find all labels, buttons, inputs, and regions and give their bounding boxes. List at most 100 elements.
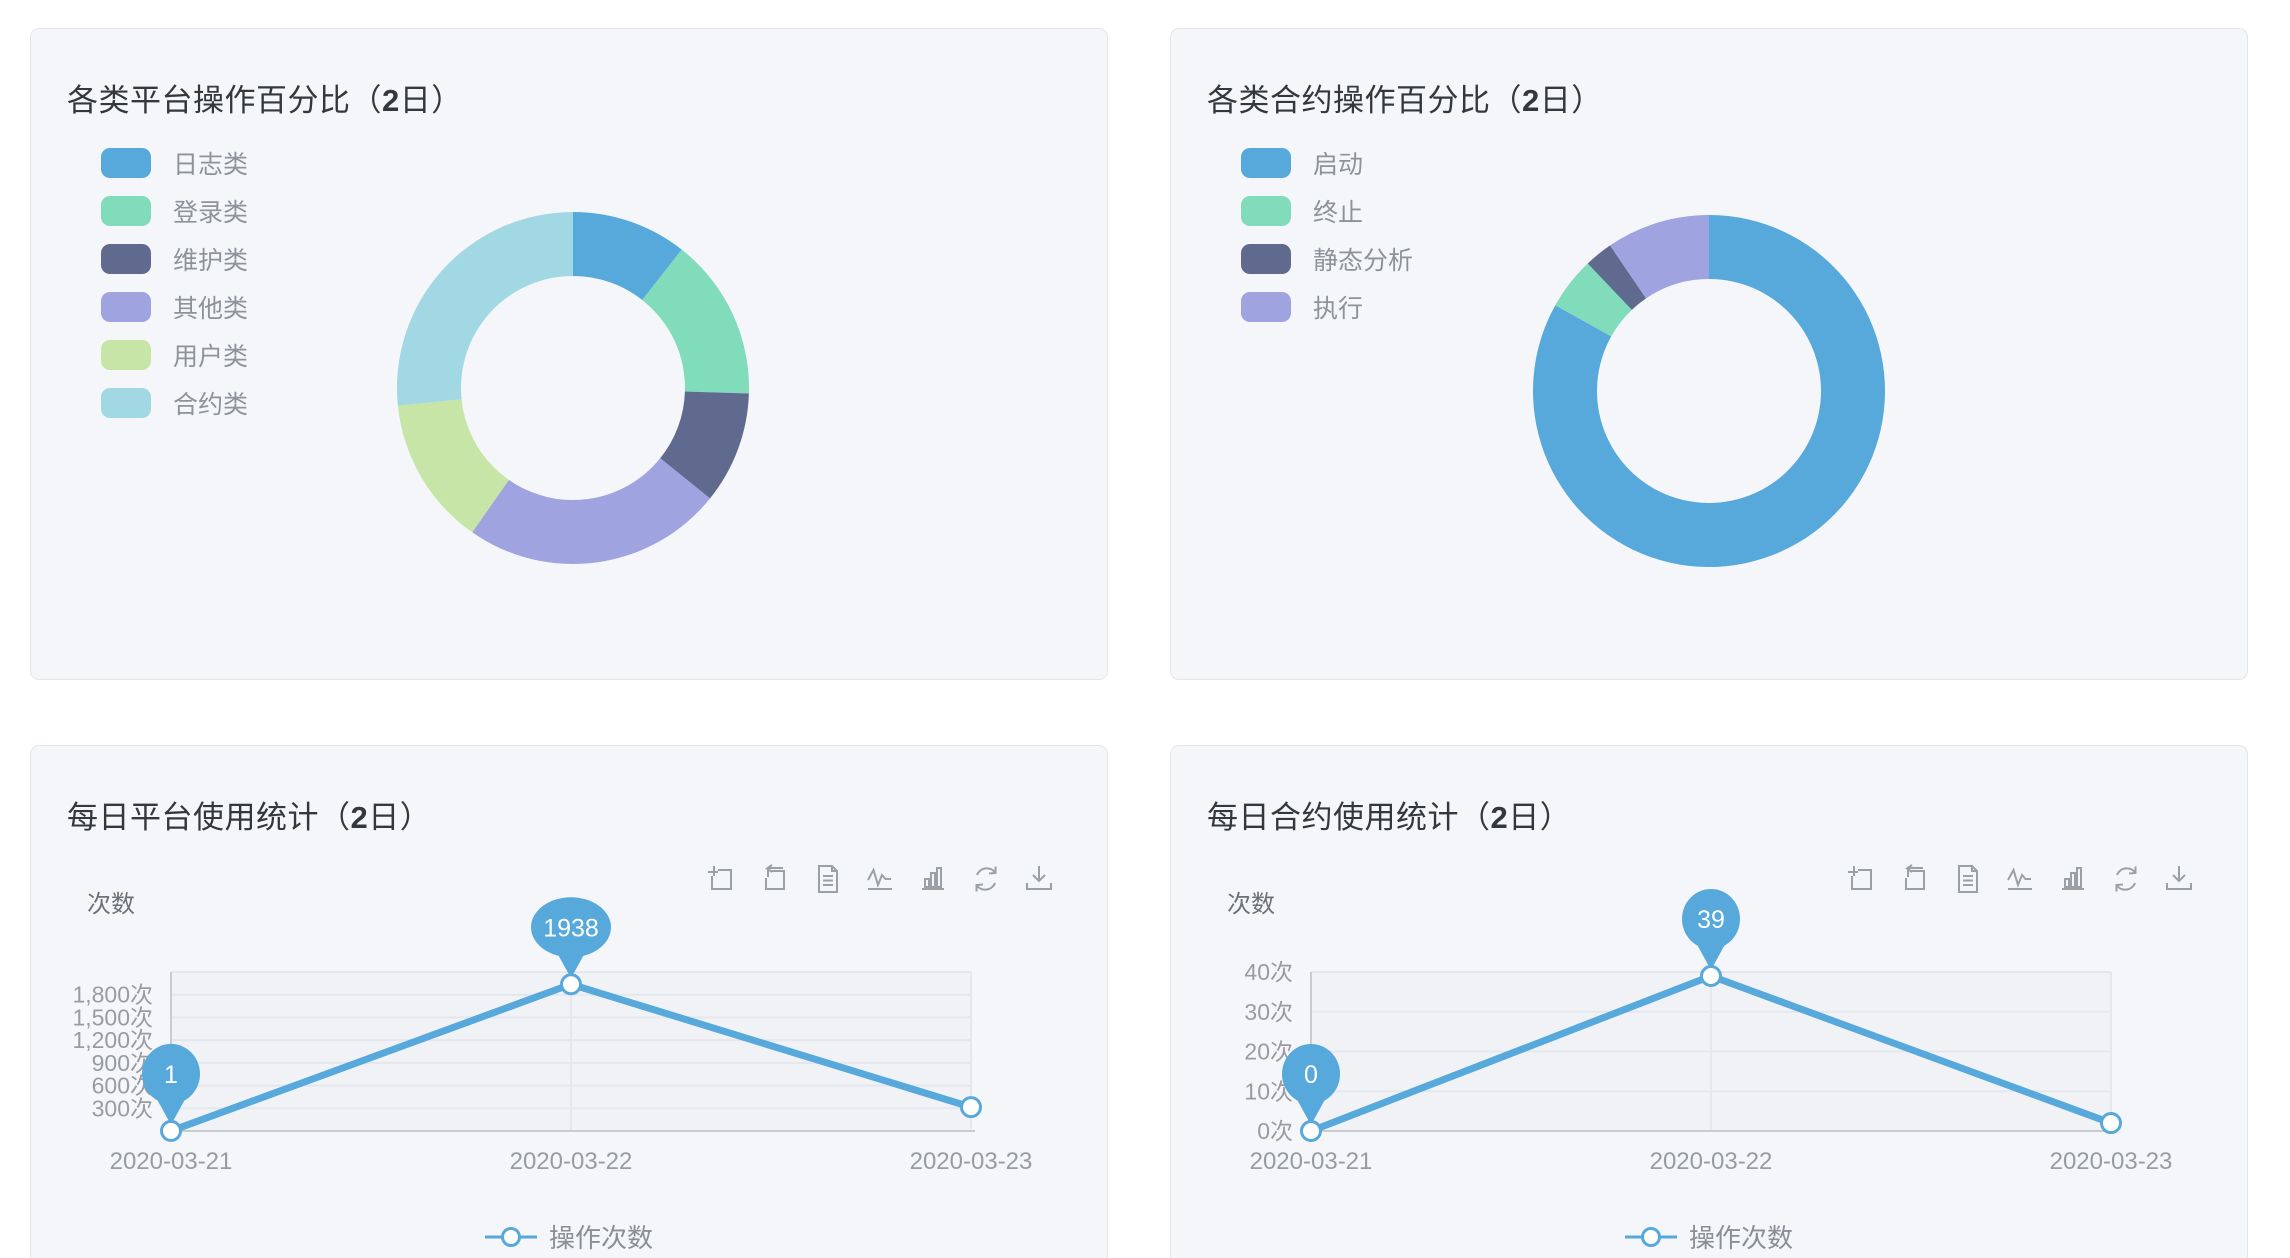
x-tick-label: 2020-03-21 (1250, 1148, 1373, 1175)
series-legend-label: 操作次数 (549, 1218, 653, 1255)
data-point[interactable] (562, 975, 581, 994)
line-series-marker-icon (485, 1226, 537, 1248)
switch-to-line-chart-icon[interactable] (865, 864, 895, 894)
legend-item-other[interactable]: 其他类 (101, 292, 248, 322)
restore-icon[interactable] (971, 864, 1001, 894)
line-series-marker-icon (1625, 1226, 1677, 1248)
switch-to-line-chart-icon[interactable] (2005, 864, 2035, 894)
card-title-number: 2 (351, 800, 369, 835)
legend-label: 合约类 (173, 385, 248, 421)
pie-legend: 日志类 登录类 维护类 其他类 用户类 合约类 (101, 148, 248, 436)
chart-toolbox (1846, 864, 2194, 894)
legend-swatch (101, 244, 151, 274)
legend-label: 其他类 (173, 289, 248, 325)
data-point[interactable] (2102, 1114, 2121, 1133)
legend-label: 日志类 (173, 145, 248, 181)
y-tick-label: 300次 (92, 1095, 153, 1121)
series-legend-label: 操作次数 (1689, 1218, 1793, 1255)
y-tick-label: 1,500次 (72, 1004, 153, 1030)
legend-item-execute[interactable]: 执行 (1241, 292, 1413, 322)
y-tick-label: 30次 (1244, 999, 1293, 1025)
legend-item-start[interactable]: 启动 (1241, 148, 1413, 178)
x-tick-label: 2020-03-23 (2050, 1148, 2173, 1175)
card-title-number: 2 (382, 83, 400, 118)
data-zoom-reset-icon[interactable] (759, 864, 789, 894)
card-title-text: 每日合约使用统计（ (1207, 800, 1491, 835)
switch-to-bar-chart-icon[interactable] (2058, 864, 2088, 894)
x-tick-label: 2020-03-23 (910, 1148, 1033, 1175)
y-tick-label: 1,200次 (72, 1027, 153, 1053)
data-point[interactable] (1702, 966, 1721, 985)
card-title: 每日合约使用统计（2日） (1207, 792, 1571, 837)
donut-segment[interactable] (397, 212, 573, 406)
mark-point-pin: 1938 (531, 897, 611, 978)
restore-icon[interactable] (2111, 864, 2141, 894)
save-as-image-icon[interactable] (1024, 864, 1054, 894)
legend-item-login[interactable]: 登录类 (101, 196, 248, 226)
series-legend[interactable]: 操作次数 (1171, 1218, 2247, 1255)
card-title-text: 各类合约操作百分比（ (1207, 83, 1522, 118)
card-title-number: 2 (1522, 83, 1540, 118)
card-title: 各类平台操作百分比（2日） (67, 75, 463, 120)
series-legend[interactable]: 操作次数 (31, 1218, 1107, 1255)
data-zoom-icon[interactable] (1846, 864, 1876, 894)
legend-item-logs[interactable]: 日志类 (101, 148, 248, 178)
x-tick-label: 2020-03-21 (110, 1148, 233, 1175)
legend-item-user[interactable]: 用户类 (101, 340, 248, 370)
dashboard-page: 各类平台操作百分比（2日） 日志类 登录类 维护类 其他类 用户类 合约类 各类… (0, 0, 2290, 1258)
mark-point-value: 0 (1304, 1061, 1318, 1089)
card-title-text: 每日平台使用统计（ (67, 800, 351, 835)
legend-item-terminate[interactable]: 终止 (1241, 196, 1413, 226)
legend-item-contract[interactable]: 合约类 (101, 388, 248, 418)
data-point[interactable] (1302, 1122, 1321, 1141)
chart-toolbox (706, 864, 1054, 894)
mark-point-value: 1 (164, 1061, 178, 1089)
card-title-number: 2 (1491, 800, 1509, 835)
legend-label: 登录类 (173, 193, 248, 229)
platform-operations-pie-card: 各类平台操作百分比（2日） 日志类 登录类 维护类 其他类 用户类 合约类 (30, 28, 1108, 680)
card-title: 每日平台使用统计（2日） (67, 792, 431, 837)
data-zoom-reset-icon[interactable] (1899, 864, 1929, 894)
switch-to-bar-chart-icon[interactable] (918, 864, 948, 894)
data-point[interactable] (962, 1098, 981, 1117)
y-tick-label: 40次 (1244, 959, 1293, 985)
mark-point-value: 39 (1697, 906, 1725, 934)
legend-swatch (101, 196, 151, 226)
card-title-text: 日） (368, 800, 431, 835)
contract-operations-donut-chart (1171, 29, 2249, 681)
x-tick-label: 2020-03-22 (1650, 1148, 1773, 1175)
legend-label: 静态分析 (1313, 241, 1413, 277)
legend-swatch (1241, 196, 1291, 226)
daily-platform-usage-card: 300次600次900次1,200次1,500次1,800次2020-03-21… (30, 745, 1108, 1258)
mark-point-pin: 39 (1682, 889, 1740, 970)
donut-segment[interactable] (472, 458, 710, 564)
legend-label: 维护类 (173, 241, 248, 277)
data-zoom-icon[interactable] (706, 864, 736, 894)
y-axis-name: 次数 (87, 884, 135, 919)
legend-label: 终止 (1313, 193, 1363, 229)
data-view-icon[interactable] (812, 864, 842, 894)
mark-point-value: 1938 (543, 914, 599, 942)
contract-operations-pie-card: 各类合约操作百分比（2日） 启动 终止 静态分析 执行 (1170, 28, 2248, 680)
pie-legend: 启动 终止 静态分析 执行 (1241, 148, 1413, 340)
data-view-icon[interactable] (1952, 864, 1982, 894)
data-point[interactable] (162, 1121, 181, 1140)
legend-swatch (101, 340, 151, 370)
legend-label: 启动 (1313, 145, 1363, 181)
x-tick-label: 2020-03-22 (510, 1148, 633, 1175)
legend-swatch (101, 292, 151, 322)
legend-swatch (1241, 292, 1291, 322)
legend-swatch (101, 388, 151, 418)
y-tick-label: 0次 (1257, 1118, 1293, 1144)
legend-item-static-analysis[interactable]: 静态分析 (1241, 244, 1413, 274)
card-title-text: 各类平台操作百分比（ (67, 83, 382, 118)
legend-label: 用户类 (173, 337, 248, 373)
legend-swatch (101, 148, 151, 178)
daily-contract-usage-card: 0次10次20次30次40次2020-03-212020-03-222020-0… (1170, 745, 2248, 1258)
legend-label: 执行 (1313, 289, 1363, 325)
card-title-text: 日） (1508, 800, 1571, 835)
legend-swatch (1241, 244, 1291, 274)
card-title: 各类合约操作百分比（2日） (1207, 75, 1603, 120)
legend-item-maintenance[interactable]: 维护类 (101, 244, 248, 274)
save-as-image-icon[interactable] (2164, 864, 2194, 894)
